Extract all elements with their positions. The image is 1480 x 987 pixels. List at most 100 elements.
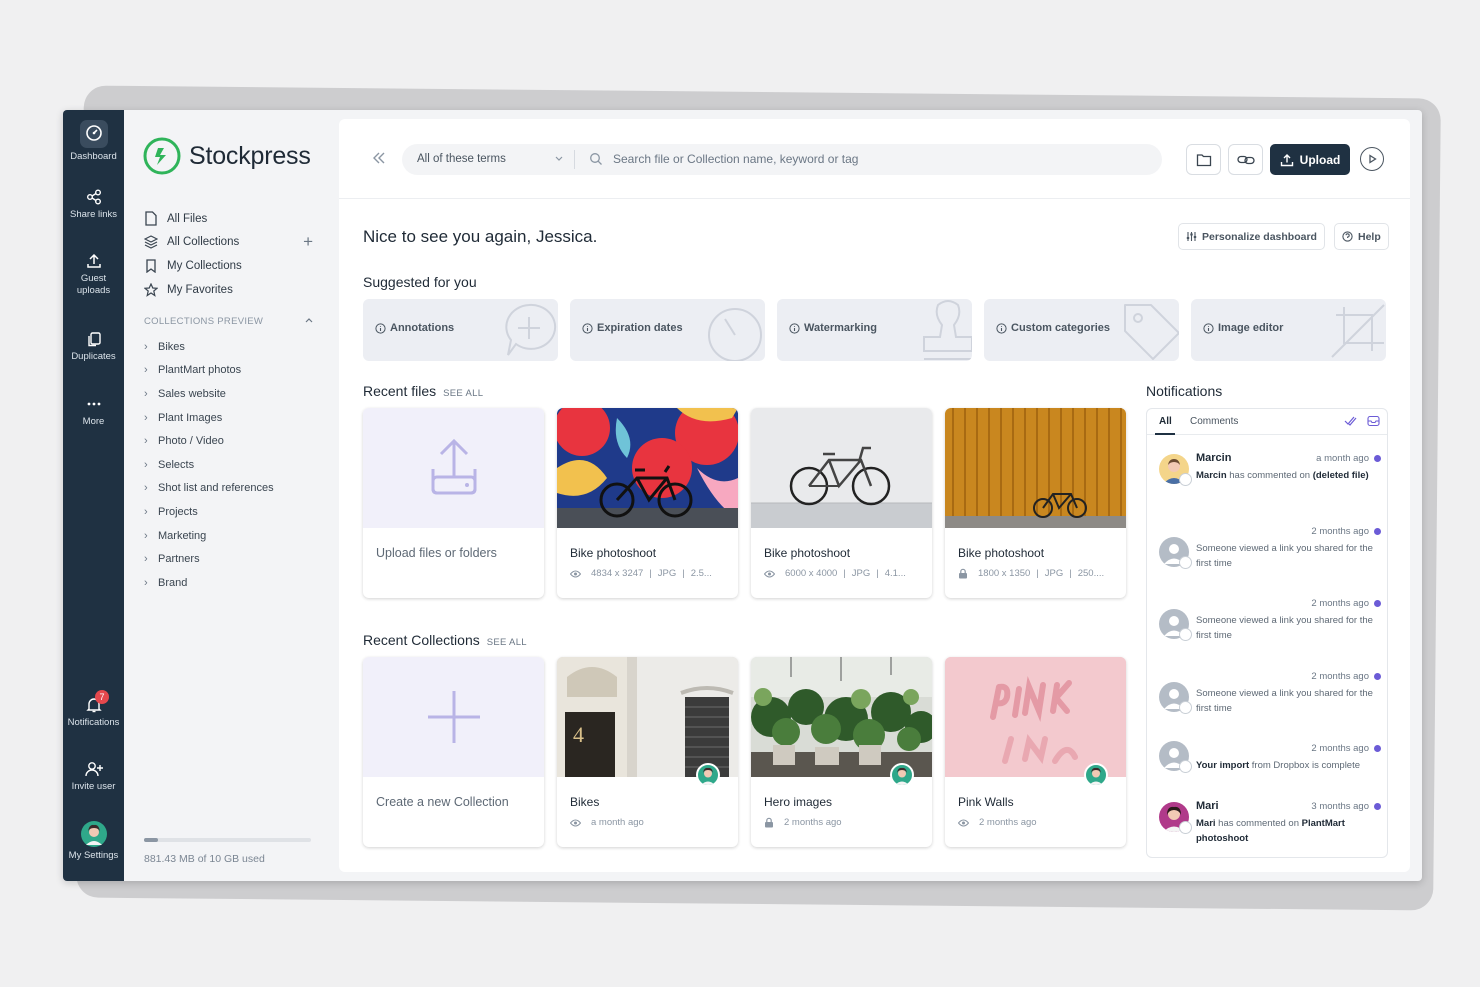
search-input[interactable]: Search file or Collection name, keyword … [613,152,858,166]
rail-more[interactable]: More [63,395,124,428]
create-card-label: Create a new Collection [376,795,509,809]
sidebar-item-my-collections[interactable]: My Collections [144,254,319,278]
upload-icon [86,253,101,268]
rail-dashboard[interactable]: Dashboard [63,120,124,163]
collection-item[interactable]: › Marketing [144,524,324,548]
see-all-files-link[interactable]: SEE ALL [443,388,483,399]
notification-message: has commented on [1226,470,1313,481]
see-all-collections-link[interactable]: SEE ALL [487,637,527,648]
tag-icon [1124,304,1179,360]
recent-collections-title: Recent Collections [363,632,480,648]
suggestion-label: Expiration dates [597,322,683,334]
notification-message: has commented on [1215,818,1302,829]
notification-name: Marcin [1196,452,1232,464]
bookmark-icon [146,259,156,273]
notification-item[interactable]: 2 months ago Someone viewed a link you s… [1159,526,1381,587]
share-link-button[interactable] [1228,144,1263,175]
rail-invite-user[interactable]: Invite user [63,760,124,793]
sidebar-item-my-favorites[interactable]: My Favorites [144,278,319,302]
rail-notifications[interactable]: 7 Notifications [63,690,124,729]
add-collection-icon[interactable]: + [303,232,313,252]
rail-guest-uploads[interactable]: Guest uploads [63,252,124,297]
archive-icon[interactable] [1367,415,1380,427]
collection-item[interactable]: › PlantMart photos [144,359,324,383]
play-tour-button[interactable] [1360,147,1384,171]
check-all-icon[interactable] [1344,415,1357,427]
collection-item[interactable]: › Bikes [144,335,324,359]
collection-label: Partners [158,553,200,566]
rail-label: My Settings [68,850,119,861]
collection-item[interactable]: › Selects [144,453,324,477]
notification-actor: Marcin [1196,470,1227,481]
rail-duplicates[interactable]: Duplicates [63,330,124,363]
chevron-down-icon[interactable] [554,152,564,166]
notification-text: Marcin has commented on (deleted file) [1196,468,1374,483]
collection-meta: a month ago [570,817,644,828]
collection-label: Shot list and references [158,482,274,495]
rail-share-links[interactable]: Share links [63,188,124,221]
recent-files-header: Recent files SEE ALL [363,383,483,399]
collection-item[interactable]: › Partners [144,547,324,571]
tab-comments[interactable]: Comments [1190,416,1238,427]
chevron-up-icon[interactable] [304,315,314,325]
rail-my-settings[interactable]: My Settings [63,821,124,862]
info-icon [1203,322,1214,334]
personalize-dashboard-button[interactable]: Personalize dashboard [1178,223,1325,250]
search-terms-dropdown[interactable]: All of these terms [417,153,506,165]
file-thumbnail [751,408,932,528]
collection-card[interactable]: Hero images 2 months ago [751,657,932,847]
time-text: 2 months ago [1311,598,1369,609]
suggestion-card[interactable]: Expiration dates [570,299,765,361]
collection-label: Selects [158,458,195,471]
collection-item[interactable]: › Sales website [144,382,324,406]
collection-item[interactable]: › Photo / Video [144,429,324,453]
suggestion-card[interactable]: Custom categories [984,299,1179,361]
chevron-right-icon: › [144,553,148,566]
owner-avatar [696,763,720,787]
suggestion-card[interactable]: Image editor [1191,299,1386,361]
notification-item[interactable]: 2 months ago Someone viewed a link you s… [1159,671,1381,732]
create-collection-card[interactable]: Create a new Collection [363,657,544,847]
suggestion-card[interactable]: Annotations [363,299,558,361]
file-card[interactable]: Bike photoshoot 1800 x 1350 | JPG | 250.... [945,408,1126,598]
collection-card[interactable]: Pink Walls 2 months ago [945,657,1126,847]
sidebar: Stockpress All Files All Collections + M… [124,110,326,881]
collection-card[interactable]: 4 Bikes a month ago [557,657,738,847]
rail-label: Duplicates [71,351,116,362]
suggestion-label: Watermarking [804,322,877,334]
time-text: 2 months ago [1311,743,1369,754]
more-icon [87,402,100,406]
collection-label: Marketing [158,529,207,542]
collection-label: Bikes [158,340,185,353]
collection-item[interactable]: › Shot list and references [144,477,324,501]
unread-dot [1374,803,1381,810]
help-button[interactable]: Help [1334,223,1389,250]
upload-files-card[interactable]: Upload files or folders [363,408,544,598]
notification-item[interactable]: 2 months ago Your import from Dropbox is… [1159,741,1381,804]
chevron-right-icon: › [144,458,148,471]
collection-title: Bikes [570,795,600,809]
collection-item[interactable]: › Plant Images [144,406,324,430]
collections-preview-header[interactable]: COLLECTIONS PREVIEW [144,316,314,327]
folder-button[interactable] [1186,144,1221,175]
suggestion-card[interactable]: Watermarking [777,299,972,361]
search-icon [590,153,602,165]
sidebar-item-all-collections[interactable]: All Collections + [144,231,319,255]
upload-button[interactable]: Upload [1270,144,1350,175]
collection-title: Pink Walls [958,795,1014,809]
sidebar-item-all-files[interactable]: All Files [144,207,319,231]
collections-preview-list: › Bikes › PlantMart photos › Sales website … [144,335,324,595]
collapse-sidebar-icon[interactable] [371,149,387,172]
share-icon [86,189,101,205]
brand-logo[interactable]: Stockpress [143,137,311,175]
file-card[interactable]: Bike photoshoot 6000 x 4000 | JPG | 4.1... [751,408,932,598]
file-dimensions: 6000 x 4000 [785,568,838,579]
notification-item[interactable]: Marcin a month ago Marcin has commented … [1159,452,1381,514]
notification-item[interactable]: Mari 3 months ago Mari has commented on … [1159,800,1381,857]
invite-user-icon [84,762,103,777]
tab-all[interactable]: All [1159,416,1172,427]
collection-item[interactable]: › Brand [144,571,324,595]
file-card[interactable]: Bike photoshoot 4834 x 3247 | JPG | 2.5... [557,408,738,598]
notification-item[interactable]: 2 months ago Someone viewed a link you s… [1159,598,1381,659]
collection-item[interactable]: › Projects [144,500,324,524]
